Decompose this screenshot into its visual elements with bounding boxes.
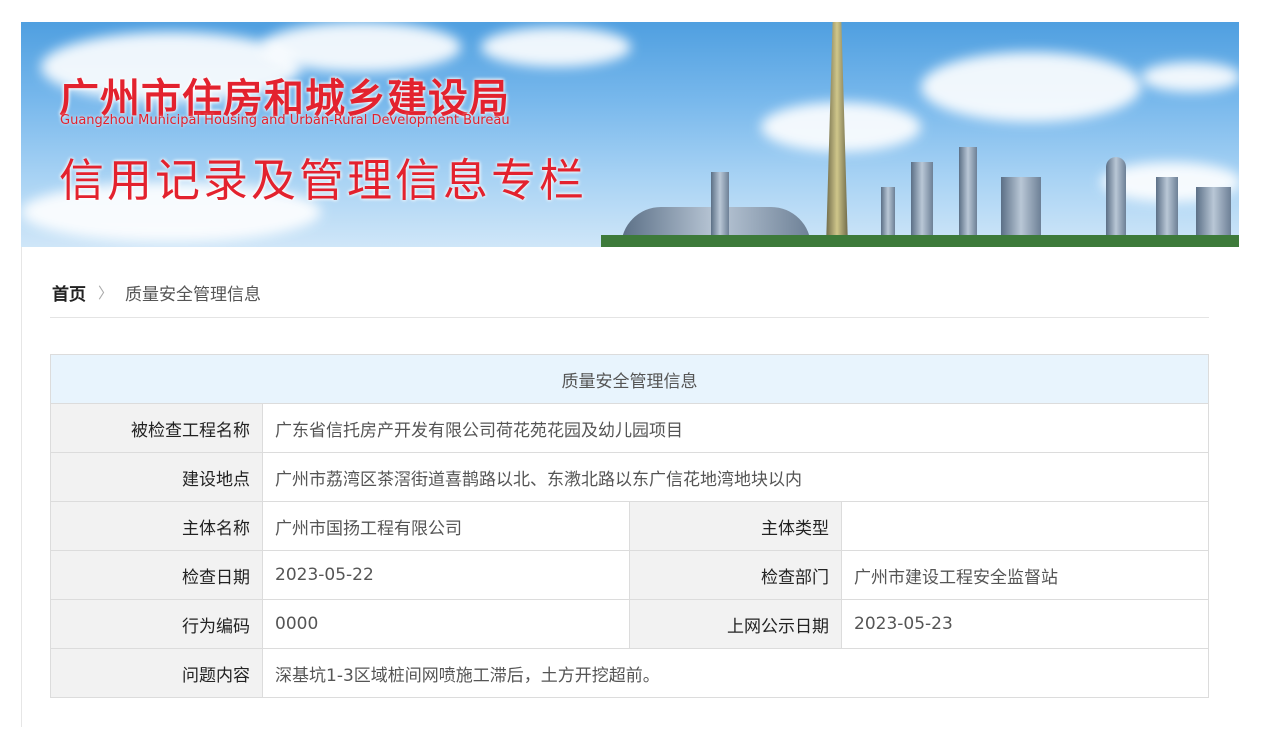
breadcrumb-home-link[interactable]: 首页	[52, 280, 86, 305]
project-name-label: 被检查工程名称	[50, 403, 263, 453]
issue-label: 问题内容	[50, 648, 263, 698]
breadcrumb-current: 质量安全管理信息	[125, 285, 262, 305]
project-name-value: 广东省信托房产开发有限公司荷花苑花园及幼儿园项目	[262, 403, 1209, 453]
divider	[50, 317, 1209, 318]
table-row: 建设地点 广州市荔湾区茶滘街道喜鹊路以北、东漖北路以东广信花地湾地块以内	[50, 452, 1209, 502]
behavior-code-value: 0000	[262, 599, 630, 649]
location-value: 广州市荔湾区茶滘街道喜鹊路以北、东漖北路以东广信花地湾地块以内	[262, 452, 1209, 502]
department-label: 检查部门	[629, 550, 842, 600]
publish-date-label: 上网公示日期	[629, 599, 842, 649]
table-row: 主体名称 广州市国扬工程有限公司 主体类型	[50, 501, 1209, 551]
chevron-right-icon: 〉	[98, 284, 114, 302]
entity-type-label: 主体类型	[629, 501, 842, 551]
issue-value: 深基坑1-3区域桩间网喷施工滞后，土方开挖超前。	[262, 648, 1209, 698]
table-row: 问题内容 深基坑1-3区域桩间网喷施工滞后，土方开挖超前。	[50, 648, 1209, 698]
bureau-title-en: Guangzhou Municipal Housing and Urban-Ru…	[60, 113, 510, 128]
table-row: 检查日期 2023-05-22 检查部门 广州市建设工程安全监督站	[50, 550, 1209, 600]
inspection-date-value: 2023-05-22	[262, 550, 630, 600]
publish-date-value: 2023-05-23	[841, 599, 1209, 649]
entity-name-value: 广州市国扬工程有限公司	[262, 501, 630, 551]
table-row: 被检查工程名称 广东省信托房产开发有限公司荷花苑花园及幼儿园项目	[50, 403, 1209, 453]
content-border	[21, 247, 22, 727]
inspection-date-label: 检查日期	[50, 550, 263, 600]
behavior-code-label: 行为编码	[50, 599, 263, 649]
entity-name-label: 主体名称	[50, 501, 263, 551]
table-row: 行为编码 0000 上网公示日期 2023-05-23	[50, 599, 1209, 649]
info-table: 质量安全管理信息 被检查工程名称 广东省信托房产开发有限公司荷花苑花园及幼儿园项…	[50, 354, 1209, 698]
table-title: 质量安全管理信息	[50, 354, 1209, 404]
entity-type-value	[841, 501, 1209, 551]
location-label: 建设地点	[50, 452, 263, 502]
department-value: 广州市建设工程安全监督站	[841, 550, 1209, 600]
breadcrumb: 首页 〉 质量安全管理信息	[52, 280, 261, 305]
section-title: 信用记录及管理信息专栏	[59, 154, 588, 207]
header-banner: 广州市住房和城乡建设局 Guangzhou Municipal Housing …	[21, 22, 1239, 247]
